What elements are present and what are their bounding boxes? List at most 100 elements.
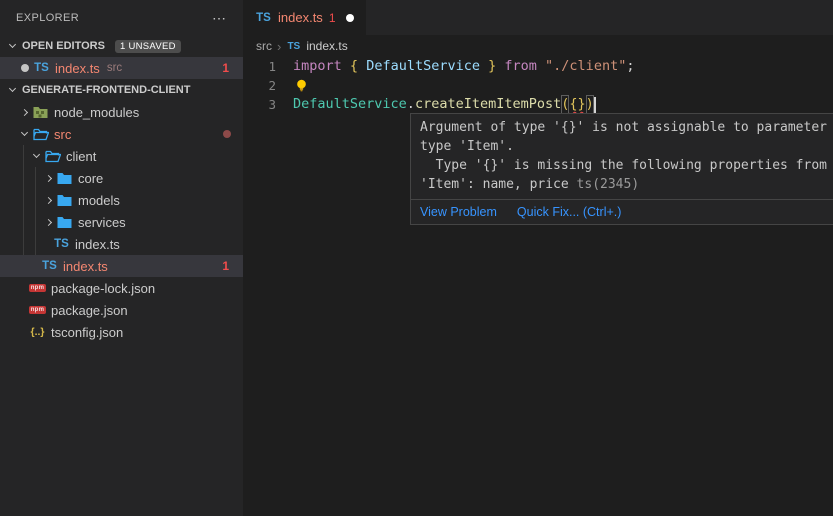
error-message: Argument of type '{}' is not assignable … xyxy=(411,114,833,199)
code-token: "./client" xyxy=(545,57,626,76)
error-code-ref: ts(2345) xyxy=(569,177,639,192)
tab-index-ts[interactable]: TS index.ts 1 xyxy=(243,0,366,35)
chevron-right-icon xyxy=(16,110,32,115)
code-token xyxy=(496,57,504,76)
code-line-2[interactable]: 2 xyxy=(243,76,833,95)
chevron-down-icon xyxy=(28,155,44,157)
workspace-label: GENERATE-FRONTEND-CLIENT xyxy=(22,84,190,96)
tree-item-index-ts[interactable]: TS index.ts 1 xyxy=(0,255,243,277)
ts-icon: TS xyxy=(53,236,70,252)
tree-item-package-json[interactable]: npm package.json xyxy=(0,299,243,321)
folder-icon xyxy=(56,170,73,186)
file-tree: node_modulessrc client core models services T… xyxy=(0,101,243,343)
code-line-1[interactable]: 1import { DefaultService } from "./clien… xyxy=(243,57,833,76)
code-token: createItemItemPost xyxy=(415,95,561,114)
chevron-right-icon xyxy=(40,176,56,181)
tree-item-tsconfig-json[interactable]: {..} tsconfig.json xyxy=(0,321,243,343)
json-icon: {..} xyxy=(29,324,46,340)
tree-item-label: package-lock.json xyxy=(51,281,155,296)
error-message-line: Argument of type '{}' is not assignable … xyxy=(420,118,833,137)
error-token: {} xyxy=(569,95,585,114)
code-token: { xyxy=(350,57,358,76)
folder-open-icon xyxy=(32,126,49,142)
open-editor-file-label: index.ts xyxy=(55,61,100,76)
tree-item-label: core xyxy=(78,171,103,186)
code-token: . xyxy=(407,95,415,114)
error-count-badge: 1 xyxy=(222,61,229,75)
tab-error-count: 1 xyxy=(329,11,336,25)
code-token: ; xyxy=(626,57,634,76)
typescript-icon: TS xyxy=(33,60,50,76)
tree-item-client[interactable]: client xyxy=(0,145,243,167)
tree-item-label: package.json xyxy=(51,303,128,318)
code-token xyxy=(342,57,350,76)
lightbulb-icon xyxy=(293,78,310,94)
tree-item-label: client xyxy=(66,149,96,164)
chevron-down-icon xyxy=(16,133,32,135)
tree-item-core[interactable]: core xyxy=(0,167,243,189)
editor-tab-bar: TS index.ts 1 xyxy=(243,0,833,35)
folder-icon xyxy=(56,192,73,208)
quick-fix-link[interactable]: Quick Fix... (Ctrl+.) xyxy=(517,205,622,219)
text-cursor xyxy=(594,97,596,113)
line-number: 3 xyxy=(243,95,293,114)
tree-item-src[interactable]: src xyxy=(0,123,243,145)
tree-item-label: models xyxy=(78,193,120,208)
code-token: ) xyxy=(586,95,594,114)
unsaved-badge: 1 UNSAVED xyxy=(115,40,181,53)
code-token: import xyxy=(293,57,342,76)
folder-node-icon xyxy=(32,104,49,120)
tree-item-services[interactable]: services xyxy=(0,211,243,233)
ts-icon: TS xyxy=(41,258,58,274)
tree-item-index-ts[interactable]: TS index.ts xyxy=(0,233,243,255)
error-message-line: Type '{}' is missing the following prope… xyxy=(420,156,833,175)
view-problem-link[interactable]: View Problem xyxy=(420,205,497,219)
ellipsis-icon[interactable]: ⋯ xyxy=(212,14,227,22)
code-token: ( xyxy=(561,95,569,114)
folder-icon xyxy=(56,214,73,230)
workspace-section-header[interactable]: GENERATE-FRONTEND-CLIENT xyxy=(0,79,243,101)
line-number: 1 xyxy=(243,57,293,76)
tree-item-package-lock-json[interactable]: npm package-lock.json xyxy=(0,277,243,299)
code-editor[interactable]: 1import { DefaultService } from "./clien… xyxy=(243,57,833,114)
tree-item-label: index.ts xyxy=(75,237,120,252)
tab-file-label: index.ts xyxy=(278,10,323,25)
breadcrumb-folder[interactable]: src xyxy=(256,39,272,53)
tree-item-node-modules[interactable]: node_modules xyxy=(0,101,243,123)
chevron-down-icon xyxy=(4,89,20,91)
code-token: } xyxy=(488,57,496,76)
error-message-line: 'Item': name, price ts(2345) xyxy=(420,175,833,194)
code-token xyxy=(537,57,545,76)
explorer-title: EXPLORER xyxy=(16,12,79,24)
chevron-right-icon xyxy=(40,220,56,225)
tree-item-models[interactable]: models xyxy=(0,189,243,211)
modified-indicator-dot-icon xyxy=(223,130,231,138)
breadcrumb-separator-icon: › xyxy=(277,39,281,54)
tree-item-label: tsconfig.json xyxy=(51,325,123,340)
tree-item-label: index.ts xyxy=(63,259,108,274)
chevron-right-icon xyxy=(40,198,56,203)
tree-item-label: node_modules xyxy=(54,105,139,120)
code-token: DefaultService xyxy=(358,57,488,76)
code-line-3[interactable]: 3DefaultService.createItemItemPost({}) xyxy=(243,95,833,114)
code-token: from xyxy=(504,57,537,76)
tree-item-label: services xyxy=(78,215,126,230)
error-message-line: type 'Item'. xyxy=(420,137,833,156)
unsaved-dot-icon[interactable] xyxy=(346,14,354,22)
typescript-icon: TS xyxy=(255,10,272,26)
breadcrumb: src › TS index.ts xyxy=(243,35,348,57)
open-editor-item-index-ts[interactable]: TS index.ts src 1 xyxy=(0,57,243,79)
open-editors-section-header[interactable]: OPEN EDITORS 1 UNSAVED xyxy=(0,35,243,57)
tree-item-label: src xyxy=(54,127,71,142)
breadcrumb-file[interactable]: index.ts xyxy=(306,39,347,53)
code-token: DefaultService xyxy=(293,95,407,114)
open-editors-label: OPEN EDITORS xyxy=(22,40,105,52)
explorer-header: EXPLORER ⋯ xyxy=(0,0,243,35)
open-editor-file-desc: src xyxy=(107,62,122,74)
npm-icon: npm xyxy=(29,280,46,296)
error-count-badge: 1 xyxy=(222,259,229,273)
explorer-sidebar: EXPLORER ⋯ OPEN EDITORS 1 UNSAVED TS ind… xyxy=(0,0,243,516)
npm-icon: npm xyxy=(29,302,46,318)
hover-actions: View Problem Quick Fix... (Ctrl+.) xyxy=(411,199,833,224)
typescript-icon: TS xyxy=(286,38,301,54)
